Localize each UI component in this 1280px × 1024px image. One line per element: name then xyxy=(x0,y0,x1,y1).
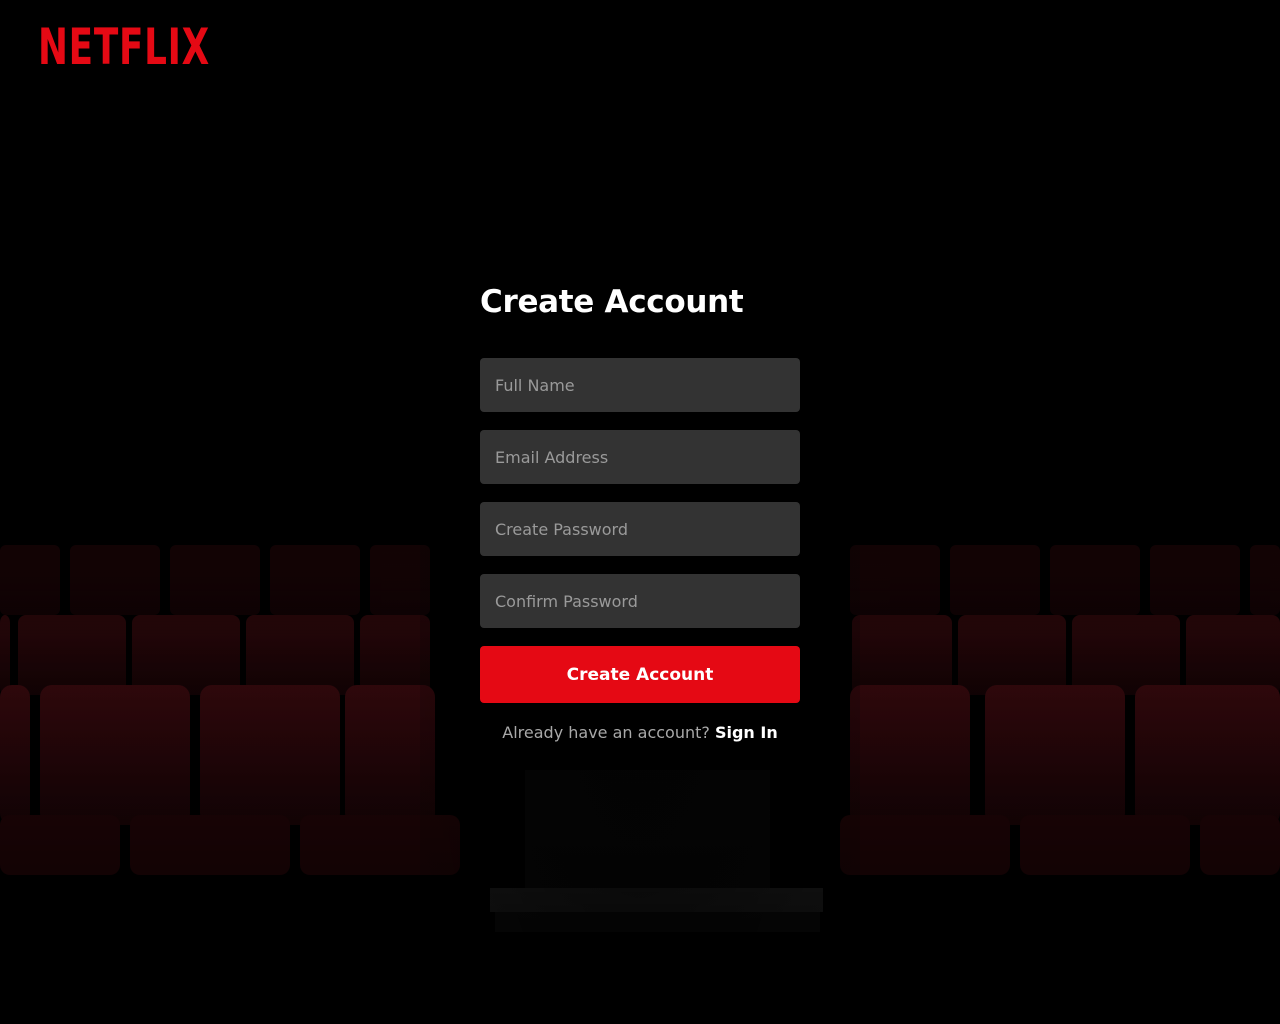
signin-prompt-row: Already have an account? Sign In xyxy=(480,723,800,742)
create-password-input[interactable] xyxy=(480,502,800,556)
email-input[interactable] xyxy=(480,430,800,484)
netflix-logo[interactable]: NETFLIX xyxy=(38,14,213,70)
confirm-password-input[interactable] xyxy=(480,574,800,628)
full-name-input[interactable] xyxy=(480,358,800,412)
page: NETFLIX Create Account Create Account Al… xyxy=(0,0,1280,1024)
page-title: Create Account xyxy=(480,284,744,320)
create-account-form: Create Account Create Account Already ha… xyxy=(480,280,800,742)
logo-text: NETFLIX xyxy=(38,18,210,70)
signin-prompt-text: Already have an account? xyxy=(502,723,715,742)
sign-in-link[interactable]: Sign In xyxy=(715,723,778,742)
create-account-button[interactable]: Create Account xyxy=(480,646,800,703)
